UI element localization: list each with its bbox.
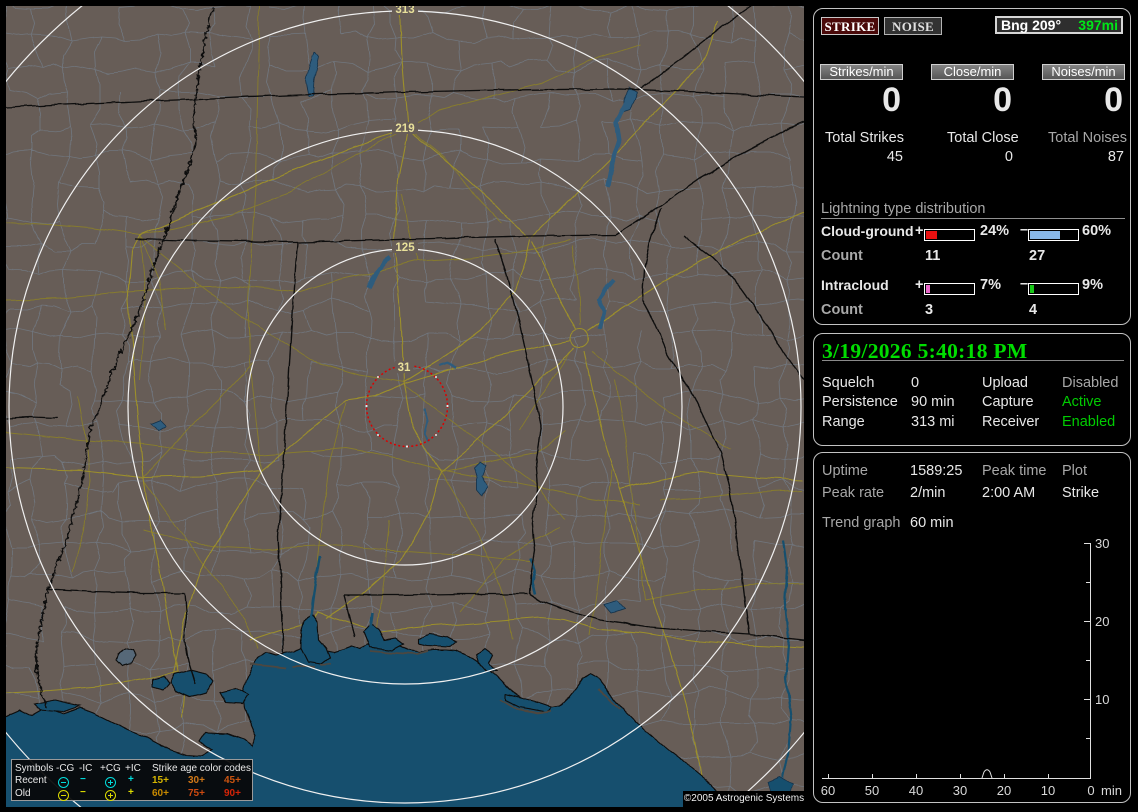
svg-text:10: 10 — [1041, 783, 1055, 798]
svg-text:31: 31 — [398, 362, 411, 374]
svg-text:min: min — [1101, 783, 1122, 798]
svg-text:20: 20 — [997, 783, 1011, 798]
svg-text:20: 20 — [1095, 614, 1109, 629]
svg-text:60: 60 — [821, 783, 835, 798]
svg-text:0: 0 — [1087, 783, 1094, 798]
svg-text:10: 10 — [1095, 692, 1109, 707]
svg-text:50: 50 — [865, 783, 879, 798]
svg-text:313: 313 — [395, 6, 414, 16]
svg-text:40: 40 — [909, 783, 923, 798]
svg-text:125: 125 — [395, 242, 415, 254]
svg-text:219: 219 — [395, 123, 414, 135]
svg-text:30: 30 — [1095, 536, 1109, 551]
svg-text:30: 30 — [953, 783, 967, 798]
